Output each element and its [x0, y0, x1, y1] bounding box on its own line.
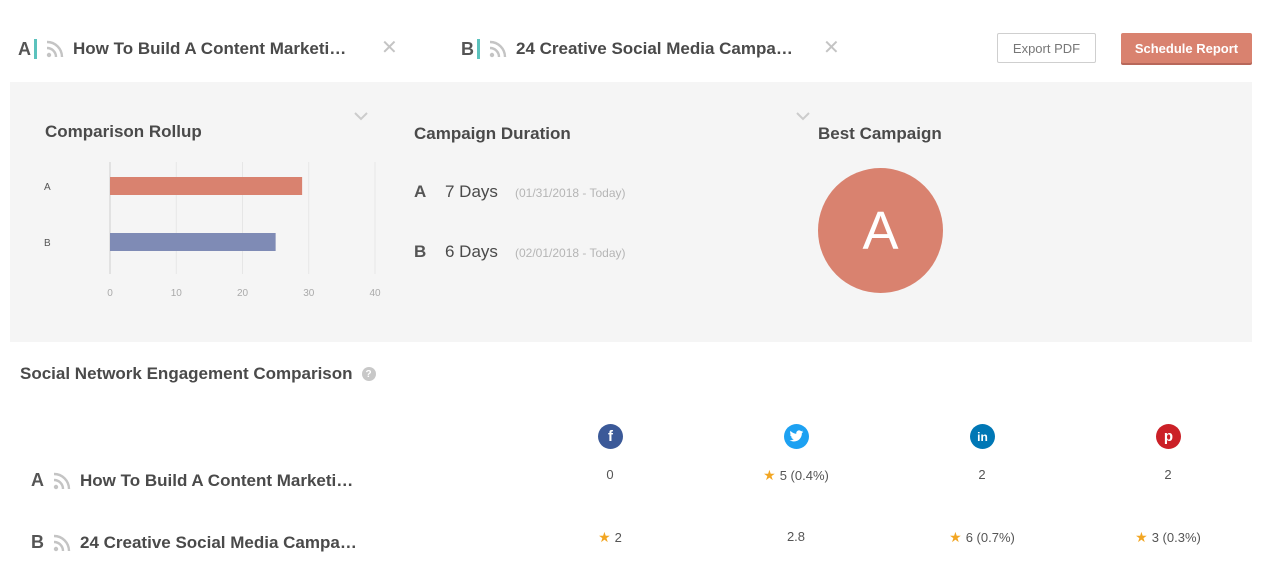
row-title: 24 Creative Social Media Campa… [80, 532, 357, 552]
pinterest-icon: p [1156, 424, 1181, 449]
duration-range: (01/31/2018 - Today) [515, 186, 626, 200]
help-icon[interactable]: ? [361, 367, 376, 381]
rss-icon [46, 40, 64, 58]
facebook-glyph: f [608, 428, 613, 445]
duration-row-b: B 6 Days (02/01/2018 - Today) [414, 242, 626, 262]
schedule-report-button[interactable]: Schedule Report [1121, 33, 1252, 63]
duration-range: (02/01/2018 - Today) [515, 246, 626, 260]
engagement-section-title: Social Network Engagement Comparison ? [20, 364, 376, 384]
campaign-title: How To Build A Content Marketi… [73, 39, 347, 58]
summary-panel: Comparison Rollup 0 10 20 30 40 A B Campaign D… [10, 82, 1252, 342]
cell-value: 3 (0.3%) [1151, 530, 1201, 545]
campaign-accent-bar [34, 39, 37, 59]
best-campaign-title: Best Campaign [818, 124, 942, 143]
x-tick-label: 10 [171, 288, 183, 299]
campaign-accent-bar [477, 39, 480, 59]
star-icon: ★ [1135, 529, 1148, 545]
row-title: How To Build A Content Marketi… [80, 470, 354, 490]
comparison-rollup-chart: 0 10 20 30 40 A B [44, 162, 381, 299]
linkedin-icon: in [970, 424, 995, 449]
x-tick-label: 20 [237, 288, 249, 299]
duration-row-a: A 7 Days (01/31/2018 - Today) [414, 182, 626, 202]
twitter-bird-icon [789, 430, 804, 442]
cell-value: 2.8 [786, 529, 806, 544]
close-icon[interactable]: ✕ [381, 38, 398, 58]
duration-letter: B [414, 242, 427, 261]
pinterest-glyph: p [1163, 428, 1174, 445]
engagement-cell-a-twitter: ★ 5 (0.4%) [716, 467, 876, 484]
rss-icon [53, 534, 71, 551]
linkedin-glyph: in [977, 429, 988, 444]
engagement-cell-b-linkedin: ★ 6 (0.7%) [902, 529, 1062, 546]
twitter-icon [784, 424, 809, 449]
engagement-row-b-label[interactable]: B 24 Creative Social Media Campa… [31, 532, 357, 553]
chevron-down-icon[interactable] [353, 111, 369, 121]
bar-a [110, 177, 303, 195]
x-tick-label: 40 [369, 288, 381, 299]
category-label: A [44, 182, 51, 193]
cell-value: 5 (0.4%) [779, 468, 829, 483]
engagement-cell-a-facebook: 0 [530, 467, 690, 482]
top-bar: A How To Build A Content Marketi… ✕ B 24… [0, 0, 1271, 82]
comparison-rollup-title: Comparison Rollup [45, 122, 202, 141]
engagement-row-a-label[interactable]: A How To Build A Content Marketi… [31, 470, 353, 491]
facebook-icon: f [598, 424, 623, 449]
chevron-down-icon[interactable] [795, 111, 811, 121]
campaign-duration-title: Campaign Duration [414, 124, 571, 143]
engagement-title-text: Social Network Engagement Comparison [20, 364, 353, 383]
cell-value: 2 [1164, 467, 1172, 482]
row-letter: B [31, 532, 44, 552]
engagement-cell-b-facebook: ★ 2 [530, 529, 690, 546]
engagement-cell-a-pinterest: 2 [1088, 467, 1248, 482]
best-campaign-badge: A [818, 168, 943, 293]
cell-value: 6 (0.7%) [965, 530, 1015, 545]
star-icon: ★ [763, 467, 776, 483]
campaign-tab-b[interactable]: B 24 Creative Social Media Campa… [461, 36, 793, 62]
row-letter: A [31, 470, 44, 490]
x-tick-label: 30 [303, 288, 315, 299]
duration-days: 7 Days [445, 182, 498, 201]
campaign-title: 24 Creative Social Media Campa… [516, 39, 793, 58]
x-tick-label: 0 [107, 288, 113, 299]
rss-icon [489, 40, 507, 58]
campaign-letter: A [18, 38, 31, 59]
star-icon: ★ [598, 529, 611, 545]
rss-icon [53, 472, 71, 489]
engagement-cell-b-twitter: 2.8 [716, 529, 876, 544]
star-icon: ★ [949, 529, 962, 545]
engagement-cell-a-linkedin: 2 [902, 467, 1062, 482]
cell-value: 0 [606, 467, 614, 482]
engagement-cell-b-pinterest: ★ 3 (0.3%) [1088, 529, 1248, 546]
campaign-letter: B [461, 38, 474, 59]
cell-value: 2 [614, 530, 622, 545]
campaign-tab-a[interactable]: A How To Build A Content Marketi… [18, 36, 346, 62]
category-label: B [44, 238, 51, 249]
close-icon[interactable]: ✕ [823, 38, 840, 58]
cell-value: 2 [978, 467, 986, 482]
duration-days: 6 Days [445, 242, 498, 261]
duration-letter: A [414, 182, 427, 201]
bar-b [110, 233, 276, 251]
export-pdf-button[interactable]: Export PDF [997, 33, 1096, 63]
